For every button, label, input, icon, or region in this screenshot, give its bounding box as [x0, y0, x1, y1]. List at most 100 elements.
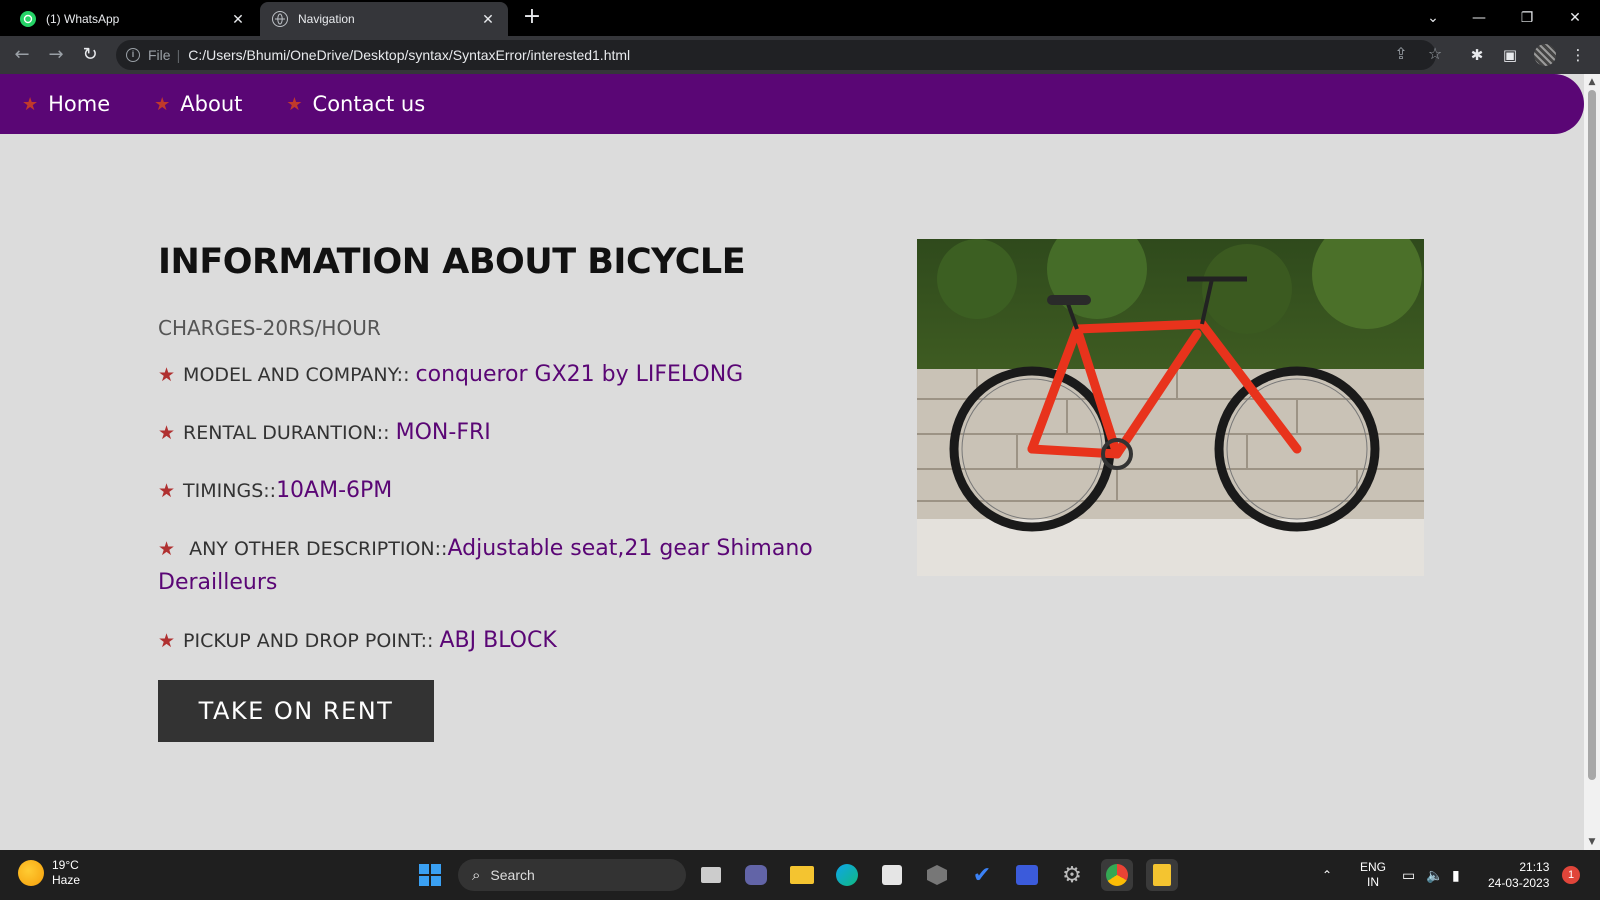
star-icon: ★ [158, 480, 176, 502]
star-icon: ★ [158, 364, 176, 386]
nav-label[interactable]: Home [48, 92, 110, 116]
scroll-down-icon[interactable]: ▼ [1584, 834, 1600, 850]
nav-label[interactable]: Contact us [313, 92, 426, 116]
whatsapp-icon [20, 11, 36, 27]
tab-whatsapp[interactable]: (1) WhatsApp ✕ [8, 2, 258, 36]
page-title: INFORMATION ABOUT BICYCLE [158, 242, 746, 282]
app-m-icon[interactable] [1011, 859, 1043, 891]
microsoft-store-icon[interactable] [876, 859, 908, 891]
app-hexagon-icon[interactable] [921, 859, 953, 891]
scrollbar-thumb[interactable] [1588, 90, 1596, 780]
globe-icon [272, 11, 288, 27]
app-file-icon[interactable] [1146, 859, 1178, 891]
menu-kebab-icon[interactable]: ⋮ [1568, 45, 1588, 65]
network-icon[interactable]: ▭ [1402, 850, 1415, 900]
chrome-icon[interactable] [1101, 859, 1133, 891]
teams-chat-icon[interactable] [740, 859, 772, 891]
detail-value: MON-FRI [395, 420, 491, 445]
language-indicator[interactable]: ENG IN [1360, 850, 1386, 900]
notification-badge[interactable]: 1 [1562, 850, 1580, 900]
detail-value: ABJ BLOCK [439, 628, 557, 653]
todo-check-icon[interactable]: ✔ [966, 859, 998, 891]
search-icon: ⌕ [472, 866, 481, 884]
nav-item-contact[interactable]: ★ Contact us [286, 92, 425, 116]
detail-label: TIMINGS:: [183, 480, 277, 502]
url-text[interactable]: C:/Users/Bhumi/OneDrive/Desktop/syntax/S… [188, 47, 630, 63]
address-bar[interactable]: i File | C:/Users/Bhumi/OneDrive/Desktop… [116, 40, 1436, 70]
clock-date: 24-03-2023 [1488, 876, 1550, 890]
weather-condition: Haze [52, 873, 81, 887]
windows-start-icon[interactable] [414, 859, 446, 891]
forward-arrow-icon[interactable]: → [44, 43, 68, 67]
take-on-rent-button[interactable]: TAKE ON RENT [158, 680, 434, 742]
new-tab-plus-icon[interactable]: + [520, 6, 544, 30]
url-scheme: File [148, 47, 171, 63]
side-panel-icon[interactable]: ▣ [1500, 45, 1520, 65]
bookmark-star-icon[interactable]: ☆ [1425, 44, 1445, 64]
detail-model: ★ MODEL AND COMPANY:: conqueror GX21 by L… [158, 358, 858, 392]
battery-icon[interactable]: ▮ [1452, 850, 1460, 900]
window-close-icon[interactable]: ✕ [1552, 0, 1598, 36]
star-icon: ★ [22, 93, 39, 115]
tab-title: Navigation [298, 12, 355, 26]
restore-icon[interactable]: ❐ [1504, 0, 1550, 36]
charges-text: CHARGES-20RS/HOUR [158, 316, 381, 340]
nav-item-about[interactable]: ★ About [154, 92, 242, 116]
notification-count: 1 [1562, 866, 1580, 884]
detail-timings: ★ TIMINGS::10AM-6PM [158, 474, 858, 508]
weather-widget[interactable]: 19°C Haze [18, 858, 80, 888]
close-icon[interactable]: ✕ [480, 11, 496, 28]
extensions-puzzle-icon[interactable]: ✱ [1467, 45, 1487, 65]
edge-browser-icon[interactable] [831, 859, 863, 891]
detail-description: ★ ANY OTHER DESCRIPTION::Adjustable seat… [158, 532, 858, 600]
browser-tab-strip: (1) WhatsApp ✕ Navigation ✕ + ⌄ — ❐ ✕ [0, 0, 1600, 36]
nav-label[interactable]: About [180, 92, 242, 116]
star-icon: ★ [158, 630, 176, 652]
site-nav-bar: ★ Home ★ About ★ Contact us [0, 74, 1584, 134]
file-explorer-icon[interactable] [786, 859, 818, 891]
language-line1: ENG [1360, 860, 1387, 874]
detail-label: ANY OTHER DESCRIPTION:: [183, 538, 448, 560]
detail-value: 10AM-6PM [276, 478, 393, 503]
nav-item-home[interactable]: ★ Home [22, 92, 110, 116]
bicycle-info: INFORMATION ABOUT BICYCLE CHARGES-20RS/H… [158, 242, 858, 742]
scroll-up-icon[interactable]: ▲ [1584, 74, 1600, 90]
windows-taskbar: 19°C Haze ⌕ Search ✔ ⚙ ⌃ ENG IN ▭ 🔈 ▮ 21… [0, 850, 1600, 900]
tab-navigation[interactable]: Navigation ✕ [260, 2, 508, 36]
language-line2: IN [1367, 875, 1379, 889]
star-icon: ★ [286, 93, 303, 115]
search-placeholder: Search [490, 867, 535, 883]
star-icon: ★ [158, 538, 176, 560]
reload-icon[interactable]: ↻ [78, 43, 102, 67]
share-icon[interactable]: ⇪ [1391, 44, 1411, 64]
tab-search-chevron-icon[interactable]: ⌄ [1410, 0, 1456, 36]
clock[interactable]: 21:13 24-03-2023 [1488, 850, 1549, 900]
taskbar-search[interactable]: ⌕ Search [458, 859, 686, 891]
settings-gear-icon[interactable]: ⚙ [1056, 859, 1088, 891]
tray-chevron-up-icon[interactable]: ⌃ [1322, 850, 1332, 900]
task-view-icon[interactable] [695, 859, 727, 891]
back-arrow-icon[interactable]: ← [10, 43, 34, 67]
detail-label: PICKUP AND DROP POINT:: [183, 630, 440, 652]
tab-title: (1) WhatsApp [46, 12, 120, 26]
star-icon: ★ [154, 93, 171, 115]
url-separator: | [176, 47, 181, 63]
detail-label: RENTAL DURANTION:: [183, 422, 396, 444]
detail-value: conqueror GX21 by LIFELONG [415, 362, 744, 387]
profile-avatar[interactable] [1534, 44, 1556, 66]
detail-label: MODEL AND COMPANY:: [183, 364, 416, 386]
close-icon[interactable]: ✕ [230, 11, 246, 28]
page-scrollbar[interactable]: ▲ ▼ [1584, 74, 1600, 850]
browser-toolbar: ← → ↻ i File | C:/Users/Bhumi/OneDrive/D… [0, 36, 1600, 74]
clock-time: 21:13 [1519, 860, 1550, 874]
volume-muted-icon[interactable]: 🔈 [1426, 850, 1443, 900]
weather-sun-icon [18, 860, 44, 886]
bicycle-image [917, 239, 1424, 576]
minimize-icon[interactable]: — [1456, 0, 1502, 36]
star-icon: ★ [158, 422, 176, 444]
weather-temp: 19°C [52, 858, 79, 872]
info-icon[interactable]: i [126, 48, 140, 62]
detail-pickup-point: ★ PICKUP AND DROP POINT:: ABJ BLOCK [158, 624, 858, 658]
detail-rental-duration: ★ RENTAL DURANTION:: MON-FRI [158, 416, 858, 450]
page-viewport: ★ Home ★ About ★ Contact us INFORMATION … [0, 74, 1584, 850]
